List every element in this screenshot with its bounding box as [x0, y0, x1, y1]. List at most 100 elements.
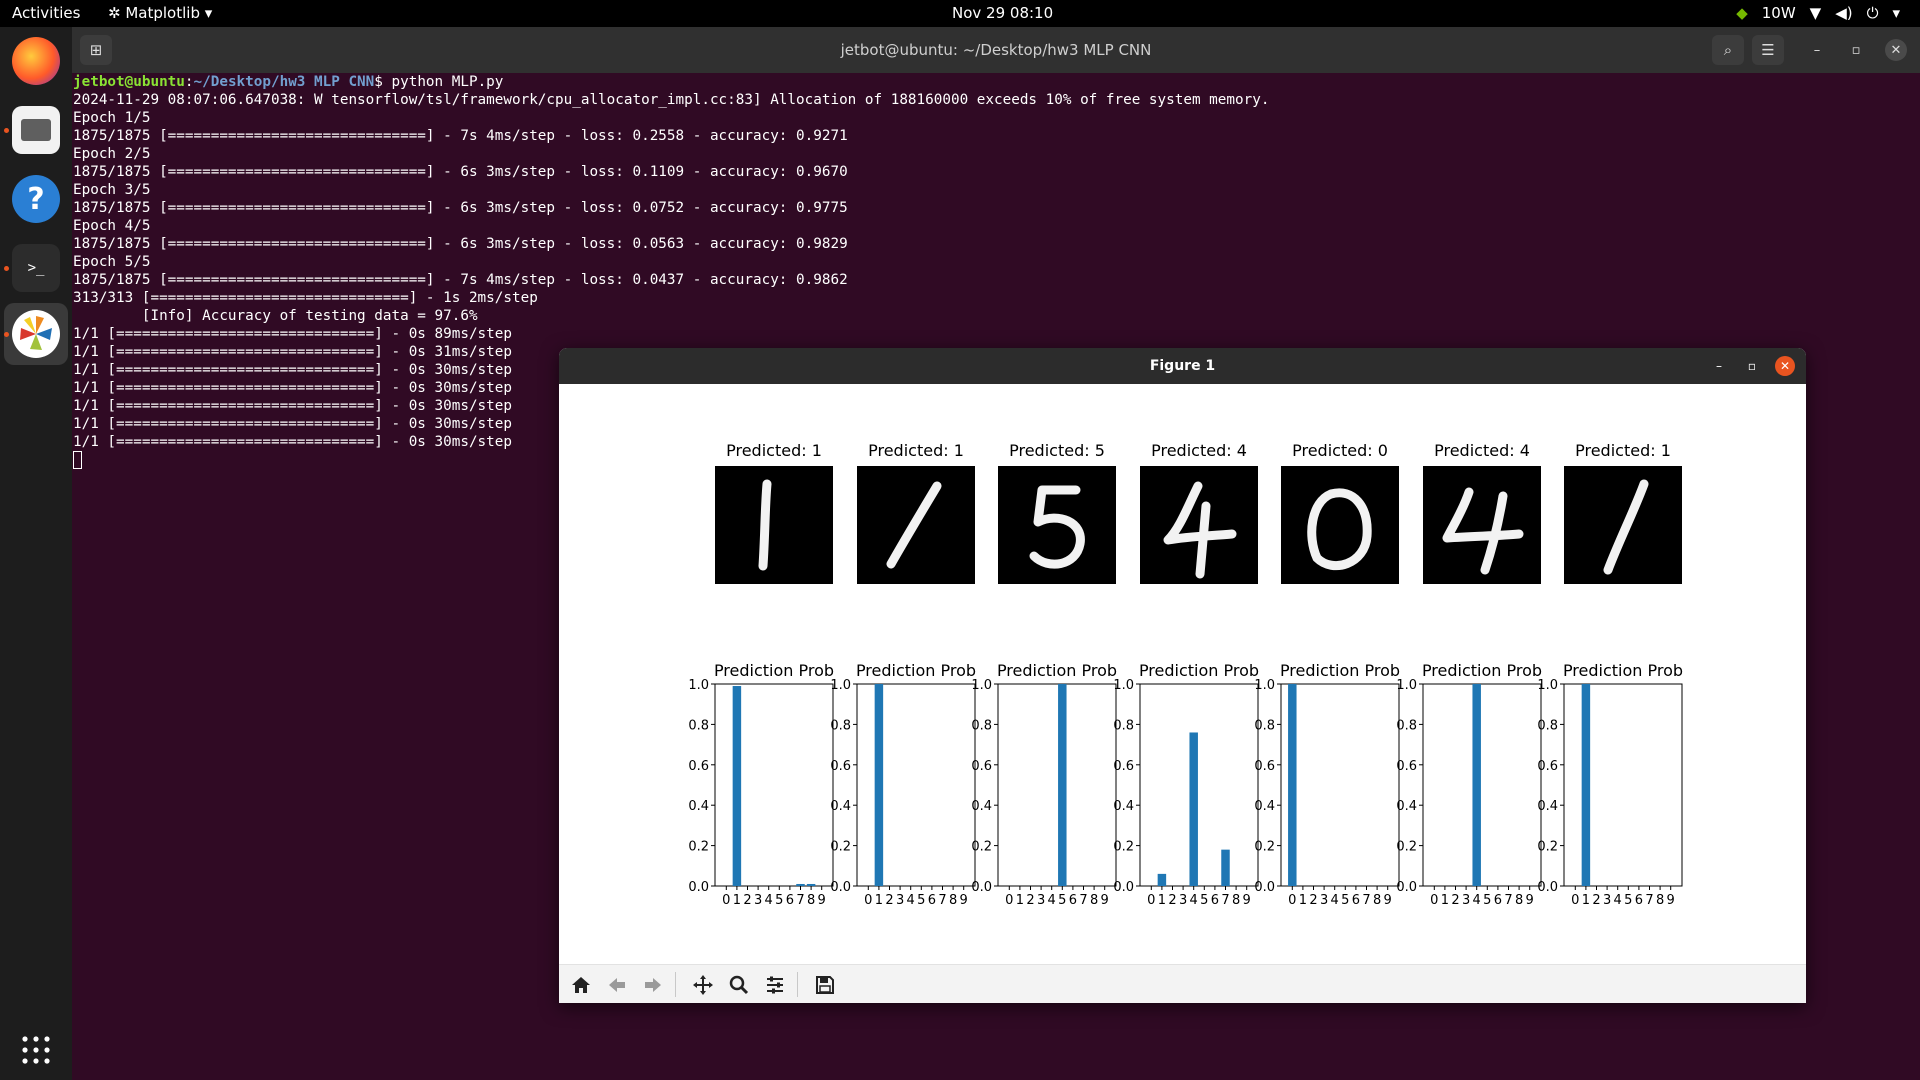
y-tick-label: 0.4	[1537, 799, 1558, 814]
figure-plot-area: Predicted: 1 Prediction Prob 0.0 0.2 0.4 0.6 0…	[688, 441, 1683, 908]
x-tick-label: 7	[1362, 893, 1370, 908]
matplotlib-logo-icon	[20, 316, 52, 350]
x-tick-label: 6	[1494, 893, 1502, 908]
running-indicator	[4, 128, 9, 133]
y-tick-label: 0.4	[1113, 799, 1134, 814]
x-tick-label: 2	[1451, 893, 1459, 908]
dock: ? >_	[0, 27, 72, 1080]
x-tick-label: 3	[1320, 893, 1328, 908]
app-grid-icon[interactable]	[12, 1026, 60, 1074]
image-title: Predicted: 0	[1292, 441, 1388, 460]
figure-canvas[interactable]: Predicted: 1 Prediction Prob 0.0 0.2 0.4 0.6 0…	[559, 384, 1806, 964]
figure-toolbar	[559, 964, 1806, 1003]
close-icon[interactable]: ✕	[1885, 39, 1907, 61]
minimize-icon[interactable]: –	[1709, 356, 1729, 376]
pan-icon[interactable]	[689, 971, 717, 999]
matplotlib-icon[interactable]	[12, 310, 60, 358]
minimize-icon[interactable]: –	[1806, 39, 1828, 61]
back-icon[interactable]	[603, 971, 631, 999]
configure-icon[interactable]	[761, 971, 789, 999]
x-tick-label: 8	[1232, 893, 1240, 908]
x-tick-label: 1	[1582, 893, 1590, 908]
y-tick-label: 0.6	[971, 759, 992, 774]
chart-title: Prediction Prob	[997, 661, 1117, 680]
y-tick-label: 1.0	[1537, 678, 1558, 693]
y-tick-label: 0.0	[971, 880, 992, 895]
terminal-titlebar[interactable]: ⊞ jetbot@ubuntu: ~/Desktop/hw3 MLP CNN ⌕…	[72, 27, 1920, 73]
x-tick-label: 9	[1243, 893, 1251, 908]
x-tick-label: 0	[722, 893, 730, 908]
hamburger-menu-icon[interactable]: ☰	[1752, 35, 1784, 65]
toolbar-separator	[797, 972, 798, 997]
figure-titlebar[interactable]: Figure 1 – ▫ ✕	[559, 348, 1806, 384]
firefox-icon[interactable]	[12, 37, 60, 85]
y-tick-label: 0.0	[688, 880, 709, 895]
x-tick-label: 1	[1441, 893, 1449, 908]
y-tick-label: 1.0	[1396, 678, 1417, 693]
x-tick-label: 7	[1645, 893, 1653, 908]
running-indicator	[4, 266, 9, 271]
terminal-icon[interactable]: >_	[12, 244, 60, 292]
maximize-icon[interactable]: ▫	[1742, 356, 1762, 376]
y-tick-label: 0.8	[1396, 718, 1417, 733]
x-tick-label: 5	[917, 893, 925, 908]
x-tick-label: 7	[938, 893, 946, 908]
activities-button[interactable]: Activities	[12, 0, 80, 27]
digit-image	[715, 466, 833, 584]
y-tick-label: 0.4	[971, 799, 992, 814]
y-tick-label: 1.0	[688, 678, 709, 693]
command-text: $ python MLP.py	[374, 74, 504, 90]
x-tick-label: 4	[1331, 893, 1339, 908]
x-tick-label: 0	[1571, 893, 1579, 908]
terminal-title: jetbot@ubuntu: ~/Desktop/hw3 MLP CNN	[840, 41, 1152, 59]
y-tick-label: 1.0	[830, 678, 851, 693]
terminal-line: 313/313 [==============================]…	[73, 290, 538, 306]
maximize-icon[interactable]: ▫	[1845, 39, 1867, 61]
x-tick-label: 4	[1190, 893, 1198, 908]
app-menu[interactable]: ✲ Matplotlib ▾	[108, 0, 212, 27]
terminal-line: 1/1 [==============================] - 0…	[73, 398, 512, 414]
forward-icon[interactable]	[639, 971, 667, 999]
terminal-line: 1875/1875 [=============================…	[73, 272, 848, 288]
chart-title: Prediction Prob	[714, 661, 834, 680]
y-tick-label: 1.0	[971, 678, 992, 693]
terminal-line: 1875/1875 [=============================…	[73, 200, 848, 216]
help-icon[interactable]: ?	[12, 175, 60, 223]
prob-bar	[806, 883, 816, 886]
x-tick-label: 4	[765, 893, 773, 908]
zoom-icon[interactable]	[725, 971, 753, 999]
save-icon[interactable]	[811, 971, 839, 999]
figure-window[interactable]: Figure 1 – ▫ ✕ Predicted: 1 Prediction Pr…	[559, 348, 1806, 1003]
x-tick-label: 0	[1288, 893, 1296, 908]
clock[interactable]: Nov 29 08:10	[952, 0, 1053, 27]
files-icon[interactable]	[12, 106, 60, 154]
x-tick-label: 2	[1309, 893, 1317, 908]
terminal-line: 1875/1875 [=============================…	[73, 128, 848, 144]
x-tick-label: 3	[1603, 893, 1611, 908]
terminal-line: Epoch 1/5	[73, 110, 151, 126]
y-tick-label: 0.6	[1396, 759, 1417, 774]
axes-frame	[1280, 683, 1400, 887]
system-tray[interactable]: ◆ 10W ▼ ◀) ⏻ ▾	[1736, 0, 1900, 27]
image-title: Predicted: 1	[868, 441, 964, 460]
x-tick-label: 0	[1430, 893, 1438, 908]
close-icon[interactable]: ✕	[1775, 356, 1795, 376]
digit-stroke	[758, 479, 772, 571]
x-tick-label: 1	[733, 893, 741, 908]
x-tick-label: 4	[1048, 893, 1056, 908]
chevron-down-icon: ▾	[1892, 4, 1900, 22]
search-icon[interactable]: ⌕	[1712, 35, 1744, 65]
x-tick-label: 9	[818, 893, 826, 908]
x-tick-label: 5	[1200, 893, 1208, 908]
axes-frame	[997, 683, 1117, 887]
image-title: Predicted: 1	[1575, 441, 1671, 460]
y-tick-label: 0.2	[1113, 840, 1134, 855]
app-grid-dots	[22, 1036, 50, 1064]
figure-title: Figure 1	[1149, 358, 1216, 374]
terminal-line: 1/1 [==============================] - 0…	[73, 380, 512, 396]
y-tick-label: 0.6	[830, 759, 851, 774]
y-tick-label: 0.0	[1254, 880, 1275, 895]
home-icon[interactable]	[567, 971, 595, 999]
y-tick-label: 0.8	[830, 718, 851, 733]
terminal-line: 1/1 [==============================] - 0…	[73, 362, 512, 378]
